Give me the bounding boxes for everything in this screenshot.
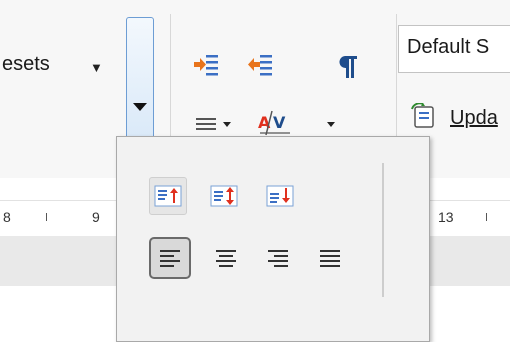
paragraph-style-value: Default S <box>407 36 490 58</box>
align-right-icon[interactable] <box>259 239 297 277</box>
align-bottom-icon[interactable] <box>261 177 299 215</box>
update-style-label[interactable]: Upda <box>450 107 498 130</box>
decrease-indent-icon[interactable] <box>246 52 274 78</box>
character-spacing-dropdown-arrow-icon[interactable] <box>325 118 337 130</box>
dropdown-arrow-icon <box>133 103 147 111</box>
formatting-marks-icon[interactable] <box>334 52 362 82</box>
align-left-icon[interactable] <box>149 237 191 279</box>
ruler-number: 13 <box>438 209 454 225</box>
line-spacing-icon[interactable] <box>194 114 218 134</box>
update-style-icon[interactable] <box>410 102 438 132</box>
alignment-popup <box>116 136 430 342</box>
ruler-tick <box>46 213 47 221</box>
svg-text:V: V <box>273 113 286 132</box>
presets-dropdown-arrow-icon[interactable]: ▼ <box>90 60 103 75</box>
line-spacing-dropdown-arrow-icon[interactable] <box>221 118 233 130</box>
align-top-icon[interactable] <box>149 177 187 215</box>
ruler-number: 8 <box>3 209 11 225</box>
presets-dropdown-label[interactable]: esets <box>2 53 50 76</box>
alignment-dropdown-button[interactable] <box>126 17 154 149</box>
ruler-tick <box>486 213 487 221</box>
align-center-vertical-icon[interactable] <box>205 177 243 215</box>
increase-indent-icon[interactable] <box>192 52 220 78</box>
character-spacing-icon[interactable]: A V <box>256 108 296 138</box>
paragraph-style-box[interactable]: Default S <box>398 25 510 73</box>
align-center-icon[interactable] <box>207 239 245 277</box>
popup-divider <box>382 163 384 297</box>
ruler-number: 9 <box>92 209 100 225</box>
justify-icon[interactable] <box>311 239 349 277</box>
